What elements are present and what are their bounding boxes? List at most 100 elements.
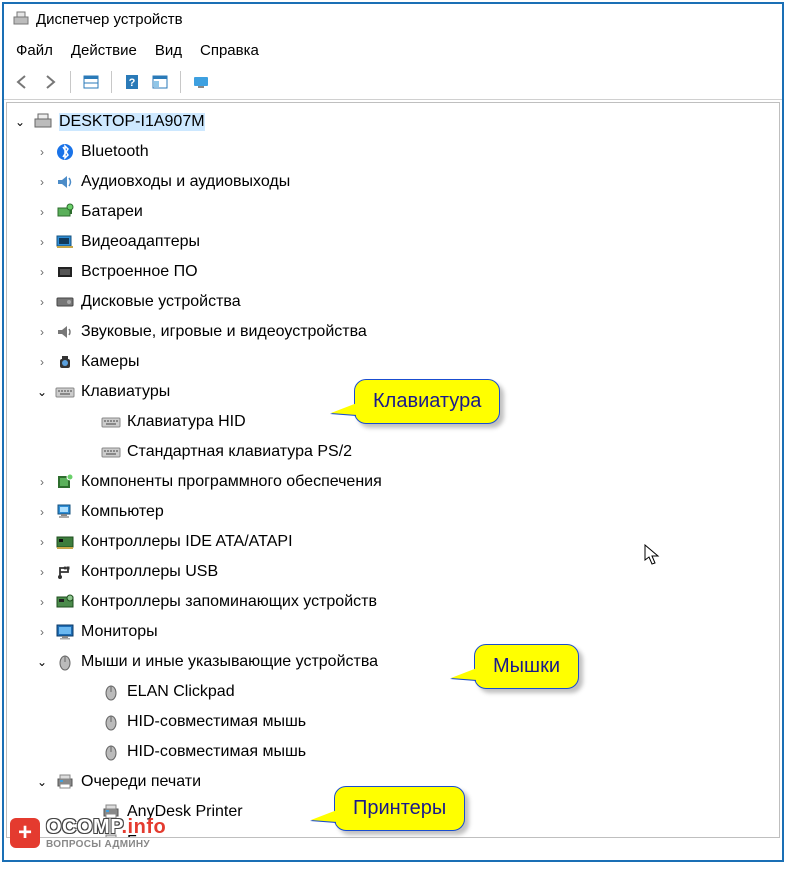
tree-category[interactable]: ›Видеоадаптеры (7, 227, 779, 257)
expander-open-icon[interactable]: ⌄ (35, 775, 49, 789)
mouse-icon (101, 713, 121, 731)
tree-category[interactable]: › Контроллеры IDE ATA/ATAPI (7, 527, 779, 557)
expander-closed-icon[interactable]: › (35, 295, 49, 309)
properties-button[interactable] (148, 71, 172, 93)
ide-icon (55, 533, 75, 551)
mouse-icon (101, 743, 121, 761)
keyboard-icon (55, 383, 75, 401)
component-icon (55, 473, 75, 491)
toolbar: ? (4, 69, 782, 100)
tree-category-label: Очереди печати (81, 773, 201, 791)
tree-category[interactable]: ›Аудиовходы и аудиовыходы (7, 167, 779, 197)
expander-none (81, 745, 95, 759)
tree-device[interactable]: HID-совместимая мышь (7, 737, 779, 767)
menu-action[interactable]: Действие (71, 42, 137, 59)
firmware-icon (55, 263, 75, 281)
tree-category-label: Контроллеры IDE ATA/ATAPI (81, 533, 293, 551)
tree-device[interactable]: Стандартная клавиатура PS/2 (7, 437, 779, 467)
tree-category[interactable]: ›Звуковые, игровые и видеоустройства (7, 317, 779, 347)
tree-category[interactable]: › Встроенное ПО (7, 257, 779, 287)
expander-closed-icon[interactable]: › (35, 265, 49, 279)
tree-device-label: HID-совместимая мышь (127, 743, 306, 761)
expander-open-icon[interactable]: ⌄ (35, 385, 49, 399)
storage-icon (55, 593, 75, 611)
camera-icon (55, 353, 75, 371)
callout-mouse: Мышки (474, 644, 579, 689)
tree-device[interactable]: HID-совместимая мышь (7, 707, 779, 737)
tree-category[interactable]: ⌄ Мыши и иные указывающие устройства (7, 647, 779, 677)
menu-file[interactable]: Файл (16, 42, 53, 59)
printer-icon (55, 773, 75, 791)
back-button[interactable] (10, 71, 34, 93)
tree-category-label: Компьютер (81, 503, 164, 521)
tree-category-label: Контроллеры запоминающих устройств (81, 593, 377, 611)
toolbar-separator (70, 71, 71, 93)
tree-category-label: Встроенное ПО (81, 263, 198, 281)
tree-root-label: DESKTOP-I1A907M (59, 113, 205, 131)
callout-mouse-text: Мышки (493, 655, 560, 677)
tree-category[interactable]: ›Контроллеры USB (7, 557, 779, 587)
tree-category[interactable]: › Дисковые устройства (7, 287, 779, 317)
expander-closed-icon[interactable]: › (35, 325, 49, 339)
tree-category[interactable]: ›Камеры (7, 347, 779, 377)
tree-category[interactable]: › Батареи (7, 197, 779, 227)
menu-help[interactable]: Справка (200, 42, 259, 59)
cursor-icon (644, 544, 660, 566)
tree-device-label: Стандартная клавиатура PS/2 (127, 443, 352, 461)
tree-category-label: Клавиатуры (81, 383, 170, 401)
tree-category-label: Дисковые устройства (81, 293, 241, 311)
tree-category-label: Мыши и иные указывающие устройства (81, 653, 378, 671)
menubar: Файл Действие Вид Справка (4, 34, 782, 69)
plus-icon: + (10, 818, 40, 848)
toolbar-separator (180, 71, 181, 93)
sound-icon (55, 323, 75, 341)
expander-closed-icon[interactable]: › (35, 235, 49, 249)
tree-category-label: Bluetooth (81, 143, 149, 161)
window-title: Диспетчер устройств (36, 11, 183, 28)
tree-category[interactable]: › Компьютер (7, 497, 779, 527)
tree-category[interactable]: › Компоненты программного обеспечения (7, 467, 779, 497)
device-tree[interactable]: ⌄ DESKTOP-I1A907M › Bluetooth ›Аудиовходы и … (6, 102, 780, 838)
computer-root-icon (33, 113, 53, 131)
tree-device[interactable]: ELAN Clickpad (7, 677, 779, 707)
keyboard-icon (101, 413, 121, 431)
expander-closed-icon[interactable]: › (35, 625, 49, 639)
expander-closed-icon[interactable]: › (35, 145, 49, 159)
forward-button[interactable] (38, 71, 62, 93)
tree-category-label: Компоненты программного обеспечения (81, 473, 382, 491)
watermark: + OCOMP.info ВОПРОСЫ АДМИНУ (10, 816, 166, 850)
expander-closed-icon[interactable]: › (35, 355, 49, 369)
expander-none (81, 445, 95, 459)
expander-closed-icon[interactable]: › (35, 475, 49, 489)
expander-closed-icon[interactable]: › (35, 205, 49, 219)
tree-category[interactable]: › Контроллеры запоминающих устройств (7, 587, 779, 617)
monitor-icon (55, 623, 75, 641)
tree-category-label: Батареи (81, 203, 143, 221)
show-hide-tree-button[interactable] (79, 71, 103, 93)
expander-none (81, 715, 95, 729)
tree-root-node[interactable]: ⌄ DESKTOP-I1A907M (7, 107, 779, 137)
tree-category-label: Мониторы (81, 623, 158, 641)
expander-open-icon[interactable]: ⌄ (13, 115, 27, 129)
audio-icon (55, 173, 75, 191)
scan-hardware-button[interactable] (189, 71, 213, 93)
tree-category[interactable]: › Мониторы (7, 617, 779, 647)
expander-closed-icon[interactable]: › (35, 595, 49, 609)
expander-closed-icon[interactable]: › (35, 535, 49, 549)
toolbar-separator (111, 71, 112, 93)
help-button[interactable]: ? (120, 71, 144, 93)
expander-open-icon[interactable]: ⌄ (35, 655, 49, 669)
expander-closed-icon[interactable]: › (35, 565, 49, 579)
battery-icon (55, 203, 75, 221)
keyboard-icon (101, 443, 121, 461)
expander-closed-icon[interactable]: › (35, 175, 49, 189)
watermark-brand: OCOMP (46, 816, 121, 838)
usb-icon (55, 563, 75, 581)
menu-view[interactable]: Вид (155, 42, 182, 59)
tree-device-label: HID-совместимая мышь (127, 713, 306, 731)
expander-closed-icon[interactable]: › (35, 505, 49, 519)
tree-category[interactable]: › Bluetooth (7, 137, 779, 167)
tree-device-label: Клавиатура HID (127, 413, 246, 431)
computer-icon (55, 503, 75, 521)
mouse-icon (55, 653, 75, 671)
